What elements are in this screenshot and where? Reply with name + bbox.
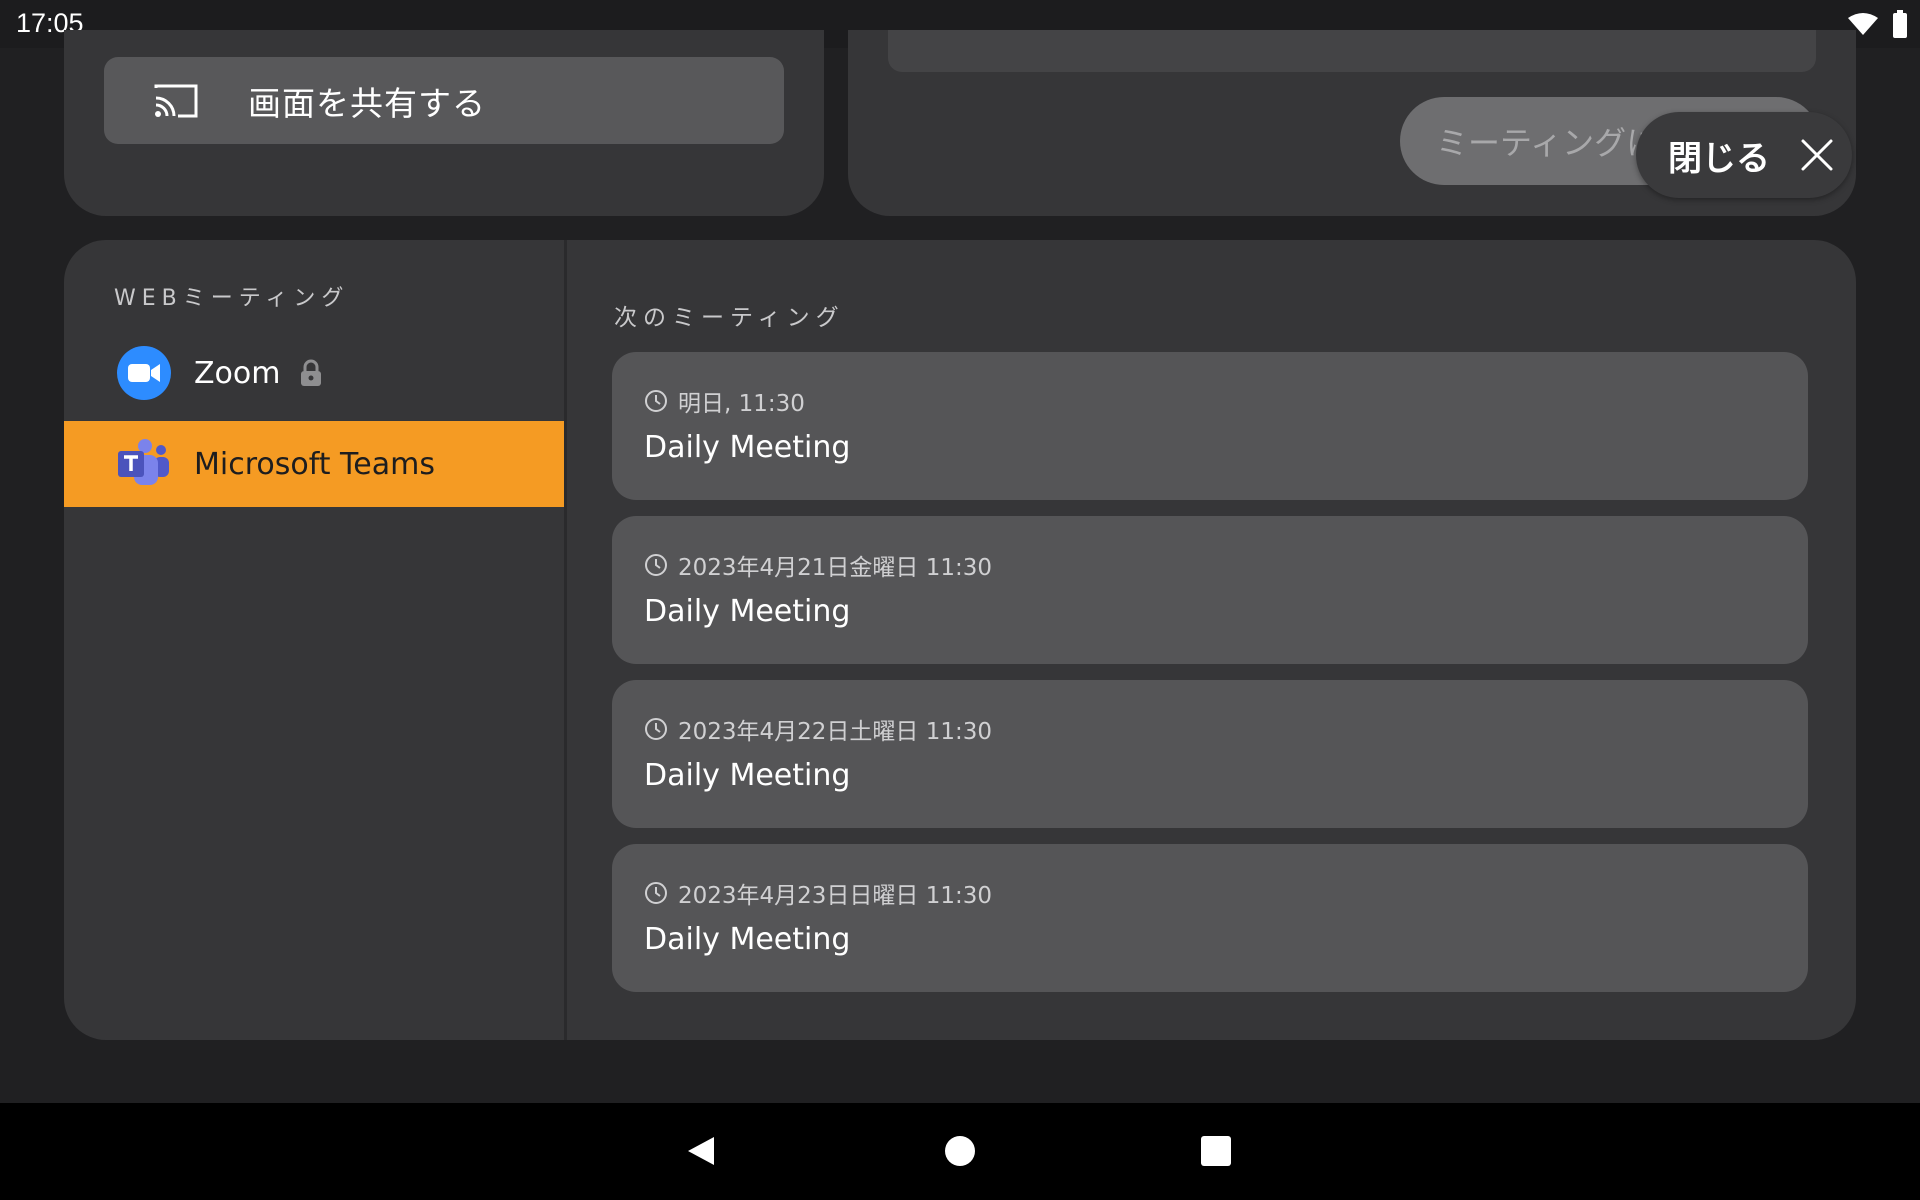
battery-icon <box>1893 10 1907 38</box>
meeting-time: 明日, 11:30 <box>644 384 805 418</box>
teams-logo-icon <box>118 439 169 485</box>
screen: 17:05 画面を共有する ミーティングに 閉じる WEBミーティング Zoom… <box>0 0 1920 1200</box>
provider-label-zoom: Zoom <box>194 355 281 391</box>
meeting-id-input[interactable] <box>888 30 1816 72</box>
share-screen-label: 画面を共有する <box>248 83 486 123</box>
zoom-logo-icon <box>117 346 171 400</box>
close-icon <box>1801 139 1833 171</box>
clock-icon <box>645 554 667 576</box>
meeting-time: 2023年4月21日金曜日 11:30 <box>644 548 992 582</box>
cast-icon <box>154 84 198 117</box>
sidebar-heading: WEBミーティング <box>114 286 350 311</box>
recents-icon[interactable] <box>1198 1133 1234 1169</box>
close-label: 閉じる <box>1668 138 1770 179</box>
meeting-title: Daily Meeting <box>644 430 851 465</box>
meeting-time-text: 明日, 11:30 <box>678 391 805 417</box>
clock-icon <box>645 882 667 904</box>
provider-sidebar: WEBミーティング Zoom Microsoft Teams <box>64 240 567 1040</box>
meeting-card[interactable]: 2023年4月21日金曜日 11:30 Daily Meeting <box>612 516 1808 664</box>
clock-icon <box>645 718 667 740</box>
meeting-time-text: 2023年4月21日金曜日 11:30 <box>678 555 993 581</box>
navigation-bar <box>0 1103 1920 1200</box>
status-icons <box>1848 10 1908 38</box>
meeting-time-text: 2023年4月22日土曜日 11:30 <box>678 719 993 745</box>
meeting-time: 2023年4月23日日曜日 11:30 <box>644 876 992 910</box>
web-meeting-panel: WEBミーティング Zoom Microsoft Teams 次のミーティング … <box>64 240 1856 1040</box>
provider-label-microsoft-teams: Microsoft Teams <box>194 446 435 482</box>
upcoming-meetings-heading: 次のミーティング <box>614 305 845 331</box>
meeting-title: Daily Meeting <box>644 594 851 629</box>
provider-item-microsoft-teams[interactable]: Microsoft Teams <box>64 421 564 507</box>
meeting-time-text: 2023年4月23日日曜日 11:30 <box>678 883 993 909</box>
close-button[interactable]: 閉じる <box>1636 112 1852 198</box>
clock-icon <box>645 390 667 412</box>
meeting-card[interactable]: 2023年4月23日日曜日 11:30 Daily Meeting <box>612 844 1808 992</box>
meeting-card[interactable]: 2023年4月22日土曜日 11:30 Daily Meeting <box>612 680 1808 828</box>
back-icon[interactable] <box>684 1133 720 1169</box>
provider-item-zoom[interactable]: Zoom <box>64 330 564 416</box>
join-meeting-label: ミーティングに <box>1436 124 1659 162</box>
meeting-title: Daily Meeting <box>644 758 851 793</box>
lock-icon <box>301 359 322 386</box>
meeting-title: Daily Meeting <box>644 922 851 957</box>
meeting-card[interactable]: 明日, 11:30 Daily Meeting <box>612 352 1808 500</box>
home-icon[interactable] <box>942 1133 978 1169</box>
meeting-time: 2023年4月22日土曜日 11:30 <box>644 712 992 746</box>
share-screen-button[interactable]: 画面を共有する <box>104 57 784 144</box>
